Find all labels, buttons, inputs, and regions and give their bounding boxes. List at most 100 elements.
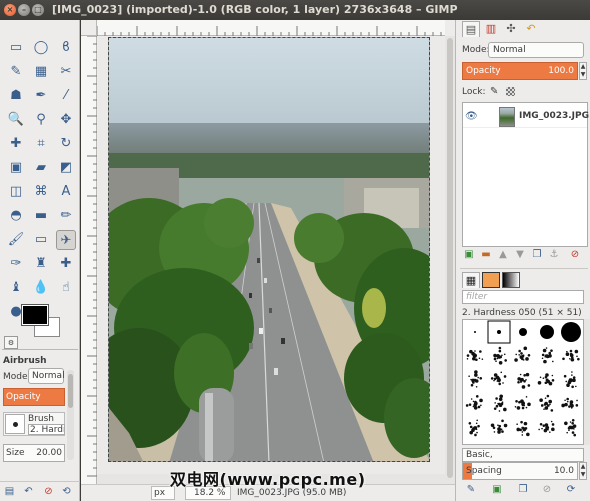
brush-thumbnail[interactable]	[516, 420, 530, 437]
layer-opacity-spinner[interactable]: ▲ ▼	[579, 62, 587, 80]
brush-thumbnail[interactable]	[493, 394, 507, 412]
ellipse-select-icon[interactable]: ◯	[31, 38, 51, 58]
new-layer-icon[interactable]: ▣	[462, 248, 476, 262]
brush-thumbnail[interactable]	[514, 396, 531, 410]
brush-thumbnail[interactable]	[538, 420, 555, 433]
shear-icon[interactable]: ▰	[31, 158, 51, 178]
delete-layer-icon[interactable]: ⊘	[568, 248, 582, 262]
save-options-icon[interactable]: ▤	[3, 485, 16, 498]
select-by-color-icon[interactable]: ▦	[31, 62, 51, 82]
tool-brush-selector[interactable]: Brush 2. Hardness	[3, 412, 65, 436]
tab-tool-options[interactable]: ⚙	[4, 336, 18, 349]
canvas-vertical-scrollbar[interactable]	[445, 36, 455, 484]
blend-icon[interactable]: ▬	[31, 206, 51, 226]
tab-undo[interactable]: ↶	[522, 21, 540, 37]
brush-thumbnail[interactable]	[517, 372, 531, 389]
duplicate-brush-icon[interactable]: ❐	[516, 483, 530, 497]
brush-thumbnail[interactable]	[490, 371, 507, 386]
tab-gradients[interactable]	[502, 272, 520, 288]
delete-options-icon[interactable]: ⊘	[42, 485, 55, 498]
brush-thumbnail[interactable]	[487, 320, 511, 344]
perspective-icon[interactable]: ◩	[56, 158, 76, 178]
brush-thumbnail[interactable]	[564, 419, 577, 437]
new-layer-group-icon[interactable]: ▬	[479, 248, 493, 262]
horizontal-ruler[interactable]	[96, 20, 445, 36]
brush-thumbnail[interactable]	[561, 322, 581, 342]
duplicate-layer-icon[interactable]: ❐	[530, 248, 544, 262]
brush-spacing-slider[interactable]: Spacing 10.0	[462, 462, 578, 480]
lower-layer-icon[interactable]: ▼	[513, 248, 527, 262]
tab-layers[interactable]: ▤	[462, 21, 480, 37]
move-icon[interactable]: ✥	[56, 110, 76, 130]
restore-options-icon[interactable]: ↶	[22, 485, 35, 498]
brush-preset-select[interactable]: Basic,	[462, 448, 584, 462]
scale-icon[interactable]: ▣	[6, 158, 26, 178]
lock-alpha-icon[interactable]	[506, 87, 515, 96]
brush-preview[interactable]	[5, 414, 25, 434]
tool-options-scrollbar[interactable]	[67, 370, 74, 460]
rotate-icon[interactable]: ↻	[56, 134, 76, 154]
brush-thumbnail[interactable]	[519, 328, 527, 336]
reset-options-icon[interactable]: ⟲	[60, 485, 73, 498]
layers-list[interactable]: 👁 IMG_0023.JPG	[462, 102, 589, 247]
clone-icon[interactable]: ♜	[31, 254, 51, 274]
eraser-icon[interactable]: ▭	[31, 230, 51, 250]
brush-thumbnail[interactable]	[466, 349, 484, 362]
canvas-viewport[interactable]	[98, 37, 445, 474]
new-brush-icon[interactable]: ▣	[490, 483, 504, 497]
brush-thumbnail[interactable]	[561, 397, 579, 409]
layer-mode-select[interactable]: Normal	[488, 42, 584, 58]
lock-pixels-icon[interactable]: ✎	[490, 86, 498, 97]
airbrush-icon[interactable]: ✈	[56, 230, 76, 250]
align-icon[interactable]: ✚	[6, 134, 26, 154]
vertical-ruler[interactable]	[81, 35, 97, 484]
color-picker-icon[interactable]: ⁄	[56, 86, 76, 106]
tool-mode-select[interactable]: Normal	[28, 368, 65, 384]
tool-opacity-slider[interactable]: Opacity	[3, 388, 65, 406]
crop-icon[interactable]: ⌗	[31, 134, 51, 154]
cage-icon[interactable]: ⌘	[31, 182, 51, 202]
blur-icon[interactable]: 💧	[31, 278, 51, 298]
edit-brush-icon[interactable]: ✎	[464, 483, 478, 497]
image-canvas[interactable]	[108, 37, 430, 462]
tab-brushes[interactable]: ▦	[462, 272, 480, 288]
measure-icon[interactable]: ⚲	[31, 110, 51, 130]
anchor-layer-icon[interactable]: ⚓	[547, 248, 561, 262]
fuzzy-select-icon[interactable]: ✎	[6, 62, 26, 82]
brush-thumbnail[interactable]	[490, 419, 508, 434]
eye-icon[interactable]: 👁	[465, 111, 478, 122]
scissors-icon[interactable]: ✂	[56, 62, 76, 82]
rect-select-icon[interactable]: ▭	[6, 38, 26, 58]
foreground-select-icon[interactable]: ☗	[6, 86, 26, 106]
perspective-clone-icon[interactable]: ♝	[6, 278, 26, 298]
text-icon[interactable]: A	[56, 182, 76, 202]
foreground-color-swatch[interactable]	[21, 304, 49, 326]
brush-thumbnail[interactable]	[540, 325, 554, 339]
tab-patterns[interactable]	[482, 272, 500, 288]
brush-thumbnail[interactable]	[562, 349, 580, 362]
refresh-brushes-icon[interactable]: ⟳	[564, 483, 578, 497]
brush-thumbnail[interactable]	[474, 331, 476, 333]
tab-channels[interactable]: ▥	[482, 21, 500, 37]
brush-thumbnail[interactable]	[537, 373, 555, 386]
brush-thumbnail[interactable]	[539, 394, 554, 412]
fg-bg-colors[interactable]	[20, 304, 64, 339]
bucket-fill-icon[interactable]: ◓	[6, 206, 26, 226]
window-minimize-button[interactable]: –	[18, 4, 30, 16]
raise-layer-icon[interactable]: ▲	[496, 248, 510, 262]
brush-thumbnail[interactable]	[541, 347, 554, 364]
window-maximize-button[interactable]: □	[32, 4, 44, 16]
delete-brush-icon[interactable]: ⊘	[540, 483, 554, 497]
tab-paths[interactable]: ✣	[502, 21, 520, 37]
brush-thumbnail[interactable]	[493, 346, 507, 365]
brush-filter-input[interactable]: filter	[462, 290, 584, 304]
paths-icon[interactable]: ✒	[31, 86, 51, 106]
window-close-button[interactable]: ×	[4, 4, 16, 16]
layer-row[interactable]: 👁 IMG_0023.JPG	[463, 106, 589, 128]
flip-icon[interactable]: ◫	[6, 182, 26, 202]
brush-grid[interactable]	[462, 319, 584, 445]
free-select-icon[interactable]: ϐ	[56, 38, 76, 58]
brush-spacing-spinner[interactable]: ▲ ▼	[579, 462, 587, 480]
brush-thumbnail[interactable]	[563, 371, 577, 389]
brush-thumbnail[interactable]	[465, 395, 483, 410]
